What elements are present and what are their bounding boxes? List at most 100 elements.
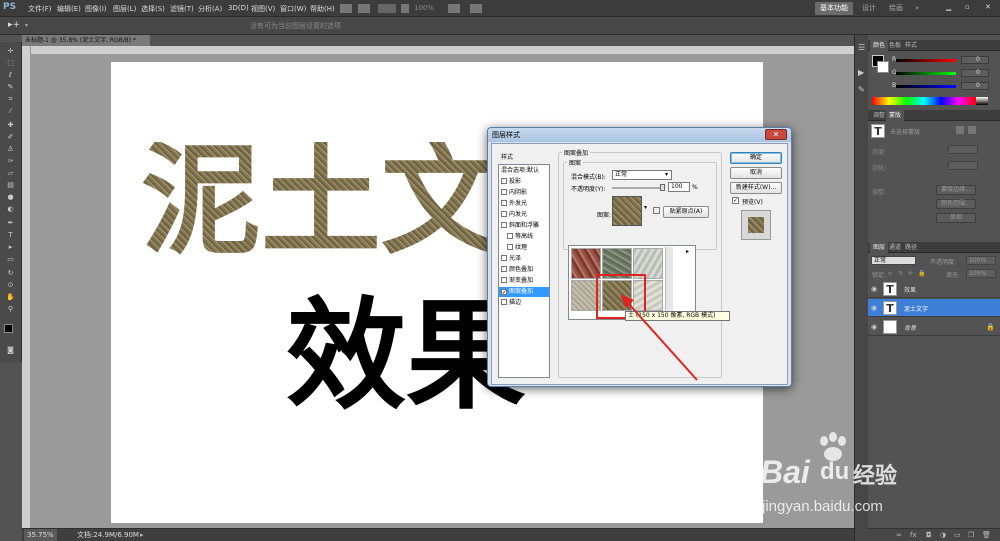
eraser-tool-icon[interactable]: ▱ (5, 169, 16, 178)
document-tab[interactable]: 未标题-1 @ 35.8% (泥土文字, RGB/8) * (22, 35, 150, 46)
close-icon[interactable]: ✕ (985, 3, 991, 11)
style-checkbox-checked[interactable]: ✓ (501, 289, 507, 296)
lock-transparency-icon[interactable]: ▫ (888, 270, 892, 277)
layer-row[interactable]: ◉ T 效果 (868, 280, 1000, 298)
style-outer-glow[interactable]: 外发光 (499, 199, 549, 209)
path-select-tool-icon[interactable]: ▸ (5, 243, 16, 252)
stamp-tool-icon[interactable]: ♙ (5, 145, 16, 154)
layers-opacity-value[interactable]: 100% (966, 256, 996, 265)
menu-analysis[interactable]: 分析(A) (198, 4, 222, 14)
style-drop-shadow[interactable]: 投影 (499, 177, 549, 187)
style-inner-shadow[interactable]: 内阴影 (499, 188, 549, 198)
opacity-slider[interactable] (612, 187, 664, 189)
zoom-tool-icon[interactable]: ⚲ (5, 305, 16, 314)
tab-styles[interactable]: 样式 (902, 40, 920, 51)
status-zoom[interactable]: 35.75% (24, 529, 57, 541)
eye-icon[interactable]: ◉ (871, 304, 879, 312)
style-checkbox[interactable] (501, 189, 507, 195)
channel-g-value-box[interactable] (961, 69, 989, 77)
brush-tool-icon[interactable]: ✐ (5, 133, 16, 142)
lock-all-icon[interactable]: 🔒 (918, 270, 925, 277)
color-ramp-bw[interactable] (976, 97, 988, 105)
density-box[interactable] (948, 145, 978, 154)
style-texture[interactable]: 纹理 (499, 243, 549, 253)
style-checkbox[interactable] (501, 255, 507, 261)
channel-b-slider[interactable] (896, 85, 956, 88)
layer-style-icon[interactable]: fx (910, 531, 917, 539)
dialog-title-bar[interactable]: 图层样式 ✕ (488, 128, 791, 142)
quick-select-tool-icon[interactable]: ✎ (5, 83, 16, 92)
eye-icon[interactable]: ◉ (871, 323, 879, 331)
fill-value[interactable]: 100% (966, 269, 996, 278)
style-contour[interactable]: 等高线 (499, 232, 549, 242)
dialog-close-button[interactable]: ✕ (765, 129, 787, 140)
marquee-tool-icon[interactable]: ⬚ (5, 59, 16, 68)
eye-icon[interactable]: ◉ (871, 285, 879, 293)
channel-r-value-box[interactable] (961, 56, 989, 64)
menu-edit[interactable]: 编辑(E) (57, 4, 81, 14)
workspace-more[interactable]: » (910, 2, 924, 15)
cancel-button[interactable]: 取消 (730, 167, 782, 179)
picker-menu-icon[interactable]: ▸ (686, 248, 689, 255)
ok-button[interactable]: 确定 (730, 152, 782, 164)
invert-button[interactable]: 反相 (936, 213, 976, 223)
menu-select[interactable]: 选择(S) (141, 4, 165, 14)
gradient-tool-icon[interactable]: ▤ (5, 181, 16, 190)
lasso-tool-icon[interactable]: ℓ (5, 71, 16, 80)
bridge-icon[interactable] (340, 4, 352, 13)
screen-mode-icon[interactable] (470, 4, 482, 13)
add-mask-icon[interactable]: ◘ (926, 531, 932, 539)
menu-view[interactable]: 视图(V) (251, 4, 275, 14)
history-panel-icon[interactable]: ☰ (858, 43, 865, 52)
crop-tool-icon[interactable]: ⌗ (5, 95, 16, 104)
style-checkbox[interactable] (501, 178, 507, 184)
new-layer-icon[interactable]: ❐ (968, 531, 974, 539)
menu-help[interactable]: 帮助(H) (310, 4, 335, 14)
hand-tool-icon[interactable]: ✋ (5, 293, 16, 302)
foreground-color-swatch[interactable] (4, 324, 13, 333)
style-checkbox[interactable] (501, 266, 507, 272)
zoom-tool-icon[interactable] (401, 4, 409, 13)
zoom-level[interactable]: 100% (414, 4, 434, 12)
workspace-design[interactable]: 设计 (857, 2, 881, 15)
style-color-overlay[interactable]: 颜色叠加 (499, 265, 549, 275)
color-ramp[interactable] (872, 97, 976, 105)
arrange-icon[interactable] (448, 4, 460, 13)
style-satin[interactable]: 光泽 (499, 254, 549, 264)
blend-mode-select[interactable]: 正常 (871, 256, 916, 265)
style-stroke[interactable]: 描边 (499, 298, 549, 308)
style-checkbox[interactable] (501, 222, 507, 228)
style-bevel-emboss[interactable]: 斜面和浮雕 (499, 221, 549, 231)
workspace-essentials[interactable]: 基本功能 (815, 2, 853, 15)
menu-file[interactable]: 文件(F) (28, 4, 52, 14)
dodge-tool-icon[interactable]: ◐ (5, 205, 16, 214)
blur-tool-icon[interactable]: ● (5, 193, 16, 202)
workspace-painting[interactable]: 绘画 (884, 2, 908, 15)
styles-header[interactable]: 样式 (501, 152, 513, 161)
style-checkbox[interactable] (501, 211, 507, 217)
style-pattern-overlay[interactable]: ✓ 图案叠加 (499, 287, 549, 297)
minimize-icon[interactable]: ▁ (946, 3, 951, 11)
vector-mask-icon[interactable] (968, 126, 976, 134)
pixel-mask-icon[interactable] (956, 126, 964, 134)
style-checkbox[interactable] (507, 233, 513, 239)
minibridge-icon[interactable] (358, 4, 370, 13)
history-brush-tool-icon[interactable]: ✑ (5, 157, 16, 166)
restore-icon[interactable]: ▫ (965, 3, 970, 11)
delete-layer-icon[interactable]: 🗑 (982, 531, 991, 539)
3d-rotate-tool-icon[interactable]: ↻ (5, 269, 16, 278)
style-gradient-overlay[interactable]: 渐变叠加 (499, 276, 549, 286)
actions-panel-icon[interactable]: ▶ (858, 68, 864, 77)
tab-masks[interactable]: 蒙版 (886, 110, 905, 121)
menu-filter[interactable]: 滤镜(T) (170, 4, 194, 14)
preview-checkbox[interactable]: ✓ (732, 197, 739, 204)
new-group-icon[interactable]: ▭ (954, 531, 961, 539)
style-checkbox[interactable] (507, 244, 513, 250)
layer-row[interactable]: ◉ 背景 🔒 (868, 318, 1000, 336)
bg-color-chip[interactable] (877, 61, 889, 73)
shape-tool-icon[interactable]: ▭ (5, 255, 16, 264)
menu-window[interactable]: 窗口(W) (280, 4, 306, 14)
quick-mask-icon[interactable]: ◙ (5, 346, 16, 355)
adjustment-layer-icon[interactable]: ◑ (940, 531, 946, 539)
link-layers-icon[interactable]: ∞ (896, 531, 902, 539)
